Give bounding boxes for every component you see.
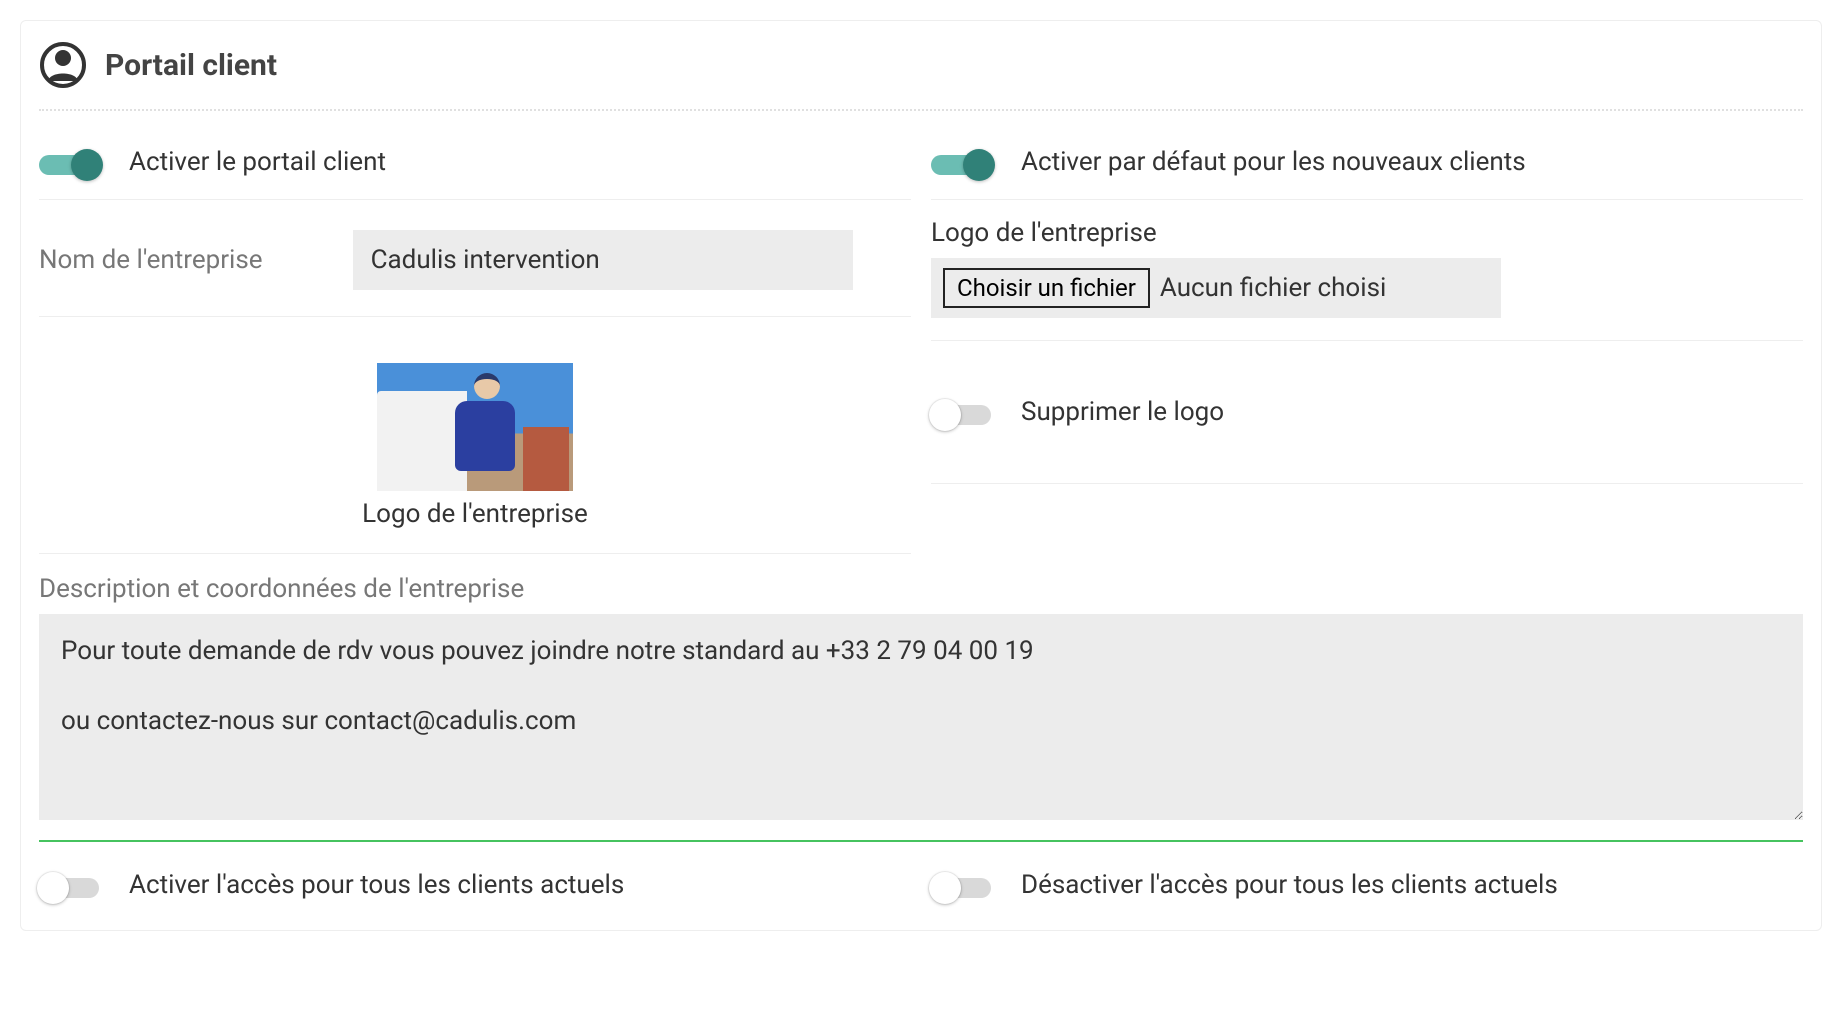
user-circle-icon <box>39 41 87 89</box>
logo-preview-caption: Logo de l'entreprise <box>362 499 588 529</box>
enable-portal-label: Activer le portail client <box>129 147 386 177</box>
description-label: Description et coordonnées de l'entrepri… <box>39 574 1803 604</box>
enable-all-label: Activer l'accès pour tous les clients ac… <box>129 870 624 900</box>
enable-portal-row: Activer le portail client <box>39 139 911 200</box>
company-name-input[interactable] <box>353 230 853 290</box>
delete-logo-label: Supprimer le logo <box>1021 397 1224 427</box>
section-divider <box>39 840 1803 842</box>
enable-all-toggle[interactable] <box>39 873 99 897</box>
preview-delete-row: Logo de l'entreprise Supprimer le logo <box>39 341 1803 554</box>
default-new-clients-label: Activer par défaut pour les nouveaux cli… <box>1021 147 1526 177</box>
logo-preview-image <box>377 363 573 491</box>
company-name-label: Nom de l'entreprise <box>39 245 263 275</box>
company-name-row: Nom de l'entreprise <box>39 218 911 317</box>
description-block: Description et coordonnées de l'entrepri… <box>39 574 1803 824</box>
logo-upload-label: Logo de l'entreprise <box>931 218 1803 248</box>
disable-all-label: Désactiver l'accès pour tous les clients… <box>1021 870 1558 900</box>
bottom-toggles: Activer l'accès pour tous les clients ac… <box>39 870 1803 900</box>
panel-header: Portail client <box>39 41 1803 111</box>
logo-preview-block: Logo de l'entreprise <box>39 341 911 554</box>
disable-all-row: Désactiver l'accès pour tous les clients… <box>931 870 1803 900</box>
delete-logo-row: Supprimer le logo <box>931 341 1803 484</box>
file-status-text: Aucun fichier choisi <box>1160 273 1386 303</box>
top-toggles: Activer le portail client Activer par dé… <box>39 139 1803 218</box>
default-new-clients-toggle[interactable] <box>931 150 991 174</box>
logo-upload-block: Logo de l'entreprise Choisir un fichier … <box>931 218 1803 341</box>
enable-portal-toggle[interactable] <box>39 150 99 174</box>
name-logo-row: Nom de l'entreprise Logo de l'entreprise… <box>39 218 1803 341</box>
panel-title: Portail client <box>105 48 277 83</box>
choose-file-button[interactable]: Choisir un fichier <box>943 268 1150 308</box>
client-portal-panel: Portail client Activer le portail client… <box>20 20 1822 931</box>
logo-file-picker[interactable]: Choisir un fichier Aucun fichier choisi <box>931 258 1501 318</box>
delete-logo-toggle[interactable] <box>931 400 991 424</box>
description-textarea[interactable] <box>39 614 1803 820</box>
enable-all-row: Activer l'accès pour tous les clients ac… <box>39 870 911 900</box>
disable-all-toggle[interactable] <box>931 873 991 897</box>
default-new-clients-row: Activer par défaut pour les nouveaux cli… <box>931 139 1803 200</box>
